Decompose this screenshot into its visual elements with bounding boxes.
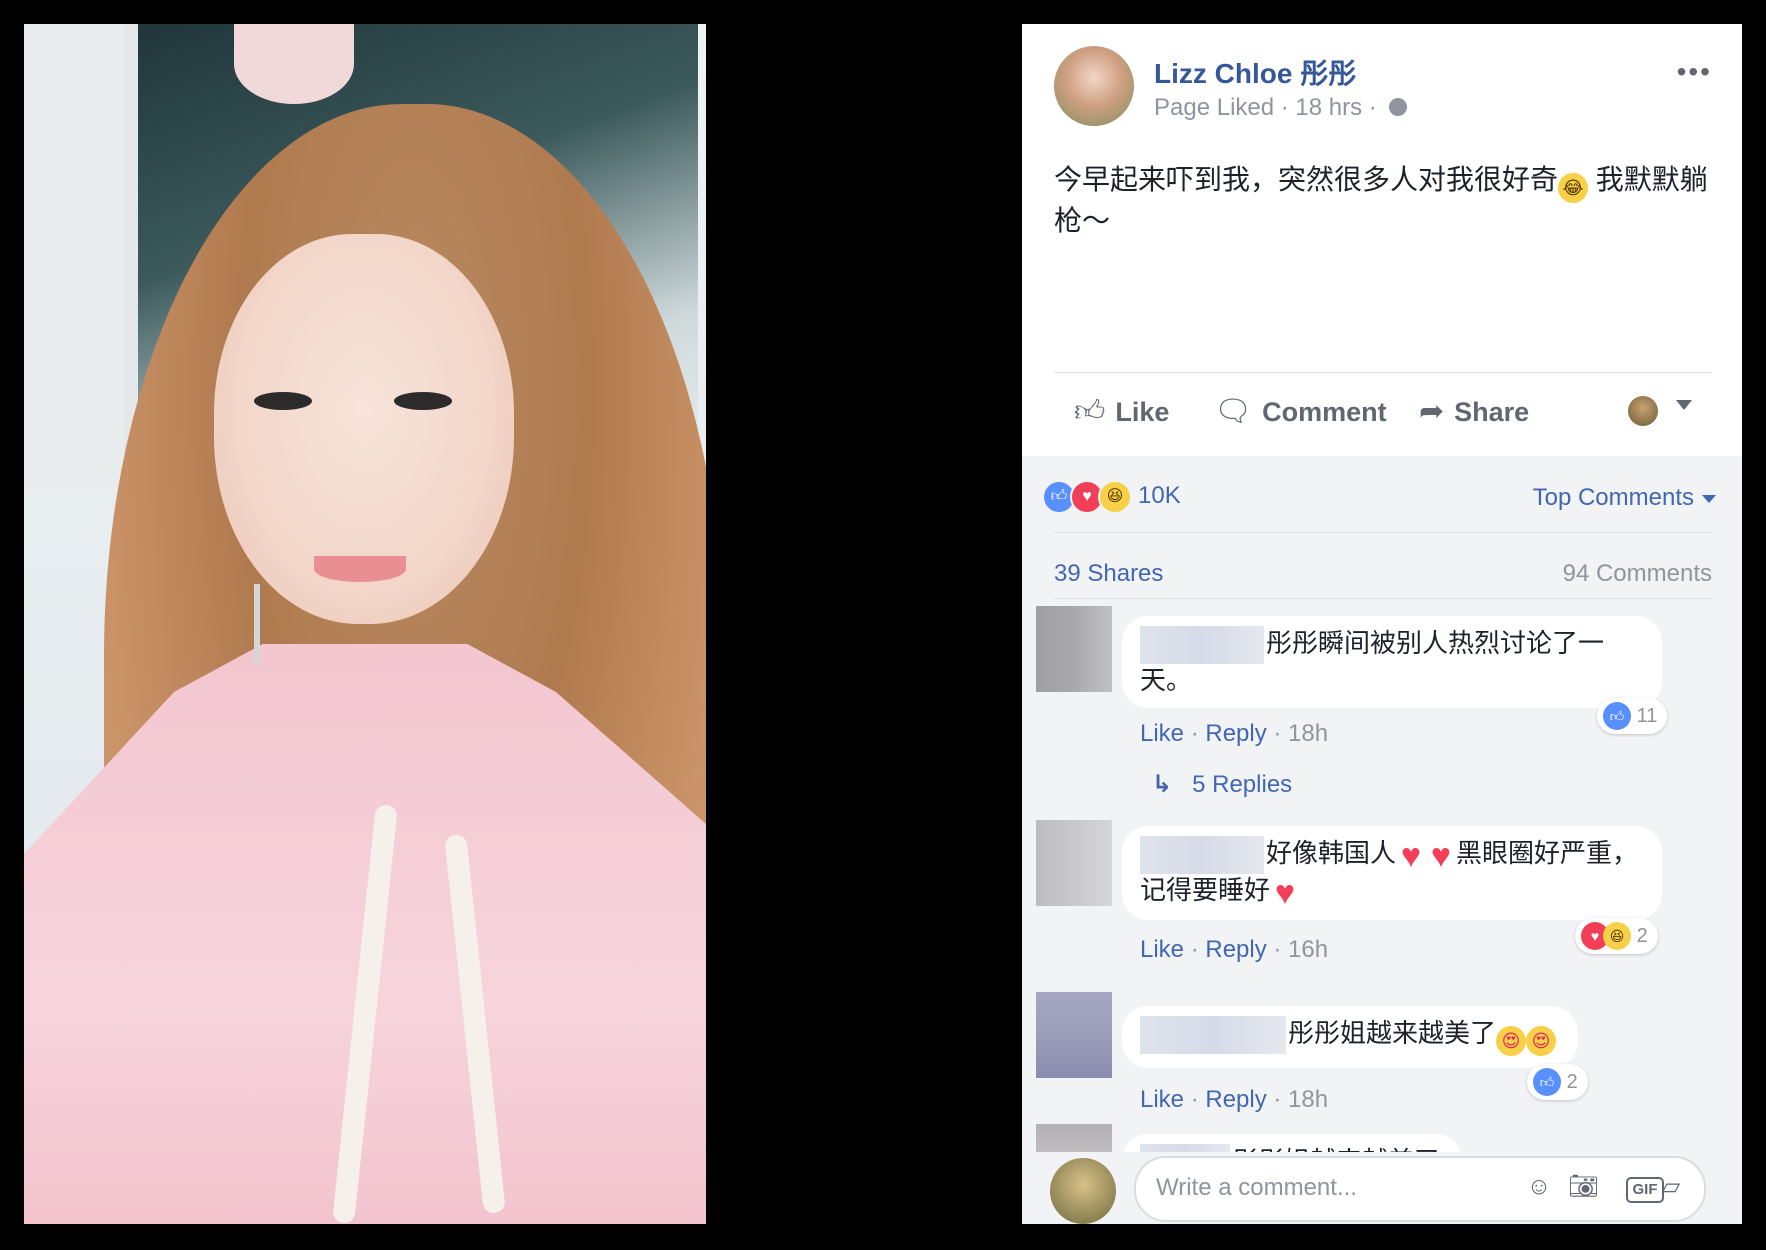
comment-time[interactable]: 16h — [1288, 936, 1328, 963]
comment-reactions[interactable]: ♥ 😆 2 — [1575, 918, 1658, 954]
comment-bubble: 彤彤瞬间被别人热烈讨论了一天。 — [1122, 616, 1662, 708]
acting-as-avatar[interactable] — [1628, 396, 1658, 426]
comment-reply-link[interactable]: Reply — [1205, 936, 1266, 963]
comment-like-link[interactable]: Like — [1140, 720, 1184, 747]
photo-wall — [24, 24, 134, 494]
post-photo[interactable] — [24, 24, 706, 1224]
photo-earring — [254, 584, 260, 664]
comment-text: 彤彤姐越来越美了 — [1288, 1017, 1497, 1048]
comment-sort-dropdown[interactable]: Top Comments — [1533, 484, 1716, 512]
haha-reaction-icon: 😆 — [1098, 480, 1132, 514]
sticker-icon[interactable]: ▱ — [1656, 1172, 1686, 1201]
comment-reaction-count: 2 — [1566, 1071, 1578, 1093]
post-meta: Page Liked · 18 hrs · — [1154, 94, 1408, 122]
comment-bubble: 彤彤姐越来越美了 😍 😍 — [1122, 1006, 1579, 1068]
thumbs-up-icon: 👍︎ — [1074, 395, 1106, 428]
commenter-avatar[interactable] — [1036, 606, 1112, 692]
commenter-avatar[interactable] — [1036, 820, 1112, 906]
caret-down-icon[interactable] — [1676, 400, 1692, 410]
like-button[interactable]: 👍︎ Like — [1074, 394, 1169, 430]
heart-emoji-icon: ♥ — [1430, 836, 1452, 875]
post-header: Lizz Chloe 彤彤 Page Liked · 18 hrs · ••• — [1054, 46, 1718, 136]
emoji-icon[interactable]: ☺ — [1524, 1173, 1554, 1201]
comment-reply-link[interactable]: Reply — [1205, 720, 1266, 747]
comment-meta: Like · Reply · 18h — [1140, 720, 1329, 747]
comment-reactions[interactable]: 👍︎ 2 — [1527, 1064, 1588, 1100]
comment-sort-label: Top Comments — [1532, 484, 1694, 511]
commenter-name-blurred[interactable] — [1140, 836, 1264, 874]
caret-down-icon — [1702, 494, 1716, 503]
author-name[interactable]: Lizz Chloe 彤彤 — [1154, 52, 1356, 92]
comment-icon: 🗨︎ — [1214, 395, 1253, 428]
comments-area: 👍︎ ♥ 😆 10K Top Comments 39 Shares 94 Com… — [1022, 456, 1742, 1224]
camera-icon[interactable]: 📷︎ — [1568, 1172, 1598, 1201]
comment-reply-link[interactable]: Reply — [1205, 1086, 1266, 1113]
reaction-count: 10K — [1138, 482, 1181, 509]
post-text-part1: 今早起来吓到我，突然很多人对我很好奇 — [1054, 164, 1559, 195]
like-reaction-icon: 👍︎ — [1533, 1068, 1561, 1096]
post-meta-text: Page Liked · 18 hrs · — [1154, 94, 1377, 121]
divider — [1054, 532, 1712, 533]
more-options-button[interactable]: ••• — [1677, 56, 1712, 88]
comment-time[interactable]: 18h — [1288, 720, 1328, 747]
comment-button[interactable]: 🗨︎ Comment — [1214, 394, 1387, 429]
comment-label: Comment — [1262, 397, 1387, 427]
comment-text-a: 好像韩国人 — [1266, 837, 1397, 868]
globe-icon — [1389, 97, 1408, 116]
reactions-summary[interactable]: 👍︎ ♥ 😆 10K Top Comments — [1042, 472, 1722, 514]
comment-meta: Like · Reply · 16h — [1140, 936, 1329, 963]
shares-count[interactable]: 39 Shares — [1054, 560, 1163, 588]
heart-emoji-icon: ♥ — [1400, 836, 1422, 875]
heart-eyes-emoji-icon: 😍 — [1496, 1025, 1527, 1056]
comment-reaction-count: 11 — [1636, 705, 1658, 727]
like-reaction-icon: 👍︎ — [1603, 702, 1631, 730]
view-replies-link[interactable]: ↳ 5 Replies — [1152, 770, 1292, 799]
divider — [1054, 372, 1712, 373]
comment-input[interactable]: Write a comment... ☺ 📷︎ GIF ▱ — [1134, 1156, 1706, 1222]
comment-reaction-count: 2 — [1636, 925, 1648, 947]
tears-of-joy-emoji-icon: 😂 — [1558, 173, 1589, 203]
commenter-avatar[interactable] — [1036, 992, 1112, 1078]
post-panel: Lizz Chloe 彤彤 Page Liked · 18 hrs · ••• … — [1022, 24, 1742, 1224]
commenter-name-blurred[interactable] — [1140, 626, 1264, 664]
share-label: Share — [1454, 397, 1530, 427]
comment-like-link[interactable]: Like — [1140, 936, 1184, 963]
heart-eyes-emoji-icon: 😍 — [1526, 1025, 1557, 1056]
replies-label: 5 Replies — [1192, 771, 1293, 798]
comment-composer: Write a comment... ☺ 📷︎ GIF ▱ — [1022, 1152, 1742, 1224]
photo-hair-clip — [234, 24, 354, 104]
comment-bubble: 好像韩国人 ♥ ♥ 黑眼圈好严重，记得要睡好 ♥ — [1122, 826, 1662, 920]
haha-reaction-icon: 😆 — [1603, 922, 1631, 950]
post-text: 今早起来吓到我，突然很多人对我很好奇 😂 我默默躺枪～ — [1054, 162, 1714, 239]
reply-arrow-icon: ↳ — [1152, 771, 1173, 798]
comment-like-link[interactable]: Like — [1140, 1086, 1184, 1113]
comment-time[interactable]: 18h — [1288, 1086, 1328, 1113]
share-button[interactable]: ➦ Share — [1419, 394, 1529, 429]
divider — [1054, 598, 1712, 599]
like-label: Like — [1115, 397, 1170, 427]
heart-emoji-icon: ♥ — [1274, 874, 1296, 912]
share-icon: ➦ — [1419, 395, 1445, 428]
photo-eye-right — [394, 392, 452, 410]
comment-reactions[interactable]: 👍︎ 11 — [1597, 698, 1668, 734]
comment-meta: Like · Reply · 18h — [1140, 1086, 1329, 1113]
comments-count[interactable]: 94 Comments — [1563, 560, 1712, 588]
photo-lips — [314, 556, 406, 582]
viewer-avatar[interactable] — [1050, 1158, 1116, 1224]
author-avatar[interactable] — [1054, 46, 1134, 126]
photo-eye-left — [254, 392, 312, 410]
shares-row: 39 Shares 94 Comments — [1054, 546, 1712, 596]
composer-icons: ☺ 📷︎ GIF ▱ — [1510, 1172, 1686, 1203]
comment-input-placeholder: Write a comment... — [1156, 1174, 1357, 1201]
gif-icon[interactable]: GIF — [1612, 1173, 1664, 1203]
post-actions: 👍︎ Like 🗨︎ Comment ➦ Share — [1054, 380, 1712, 444]
commenter-name-blurred[interactable] — [1140, 1016, 1286, 1054]
